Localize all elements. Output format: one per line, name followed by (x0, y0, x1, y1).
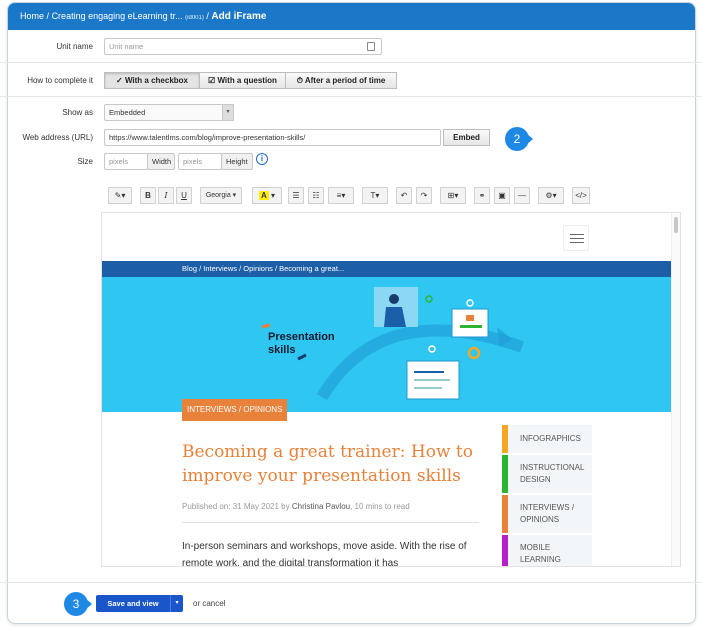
callout-pointer (526, 133, 533, 145)
save-options-chevron-icon[interactable]: ▾ (170, 595, 183, 612)
paragraph-icon[interactable]: T▾ (362, 187, 388, 204)
save-and-view-button[interactable]: Save and view (96, 595, 170, 612)
show-as-select[interactable]: Embedded (104, 104, 234, 121)
breadcrumb-course-code: (id001) (185, 15, 204, 21)
hero-image: Presentation skills (102, 277, 671, 412)
size-label: Size (77, 157, 93, 166)
article-title: Becoming a great trainer: How to improve… (182, 442, 473, 486)
url-input[interactable]: https://www.talentlms.com/blog/improve-p… (104, 129, 441, 146)
breadcrumb-home[interactable]: Home (20, 11, 44, 21)
menu-icon[interactable] (563, 225, 589, 251)
undo-icon[interactable]: ↶ (396, 187, 412, 204)
unit-name-input[interactable]: Unit name (104, 38, 382, 55)
numbered-list-icon[interactable]: ☷ (308, 187, 324, 204)
category-tag[interactable]: INTERVIEWS / OPINIONS (182, 399, 288, 421)
author-link[interactable]: Christina Pavlou (292, 502, 350, 511)
divider (0, 62, 702, 63)
bold-button[interactable]: B (140, 187, 156, 204)
width-input[interactable]: pixels (104, 153, 148, 170)
iframe-preview[interactable]: Blog / Interviews / Opinions / Becoming … (101, 212, 681, 567)
unit-name-label: Unit name (56, 42, 93, 51)
category-infographics[interactable]: INFOGRAPHICS (502, 425, 592, 453)
hero-title: Presentation skills (268, 331, 335, 356)
page-title: Add iFrame (211, 11, 267, 22)
chevron-down-icon[interactable]: ▾ (222, 104, 234, 121)
embed-button[interactable]: Embed (443, 129, 490, 146)
cancel-link[interactable]: or cancel (193, 599, 225, 608)
category-mobile-learning[interactable]: MOBILE LEARNING (502, 535, 592, 566)
divider (0, 96, 702, 97)
breadcrumb: Home / Creating engaging eLearning tr...… (8, 3, 695, 30)
category-interviews[interactable]: INTERVIEWS / OPINIONS (502, 495, 592, 533)
height-input[interactable]: pixels (178, 153, 222, 170)
hero-illustration (261, 287, 525, 401)
code-view-icon[interactable]: </> (572, 187, 590, 204)
settings-icon[interactable]: ⚙▾ (538, 187, 564, 204)
hr-icon[interactable]: — (514, 187, 530, 204)
article-meta: Published on: 31 May 2021 by Christina P… (182, 502, 410, 511)
option-time[interactable]: ⏱ After a period of time (285, 72, 397, 89)
magic-icon[interactable]: ✎▾ (108, 187, 132, 204)
align-icon[interactable]: ≡▾ (328, 187, 354, 204)
url-label: Web address (URL) (22, 133, 93, 142)
show-as-label: Show as (62, 108, 93, 117)
category-instructional-design[interactable]: INSTRUCTIONAL DESIGN (502, 455, 592, 493)
option-question[interactable]: ☑ With a question (199, 72, 286, 89)
text-color-button[interactable]: A ▾ (252, 187, 282, 204)
divider (182, 522, 479, 523)
table-icon[interactable]: ⊞▾ (440, 187, 466, 204)
underline-button[interactable]: U (176, 187, 192, 204)
article-body: In-person seminars and workshops, move a… (182, 541, 467, 567)
breadcrumb-course[interactable]: Creating engaging eLearning tr... (52, 11, 183, 21)
font-select[interactable]: Georgia ▾ (200, 187, 242, 204)
width-label: Width (147, 153, 175, 170)
bullet-list-icon[interactable]: ☰ (288, 187, 304, 204)
italic-button[interactable]: I (158, 187, 174, 204)
option-checkbox[interactable]: ✓ With a checkbox (104, 72, 200, 89)
callout-pointer (85, 598, 92, 610)
info-icon[interactable]: i (256, 153, 268, 165)
blog-breadcrumb[interactable]: Blog / Interviews / Opinions / Becoming … (102, 261, 671, 277)
field-list-icon (367, 42, 375, 51)
height-label: Height (221, 153, 253, 170)
complete-label: How to complete it (27, 76, 93, 85)
redo-icon[interactable]: ↷ (416, 187, 432, 204)
scrollbar[interactable] (671, 213, 680, 566)
scrollbar-thumb[interactable] (674, 217, 678, 233)
link-icon[interactable]: ⚭ (474, 187, 490, 204)
image-icon[interactable]: ▣ (494, 187, 510, 204)
footer-divider (0, 582, 702, 583)
